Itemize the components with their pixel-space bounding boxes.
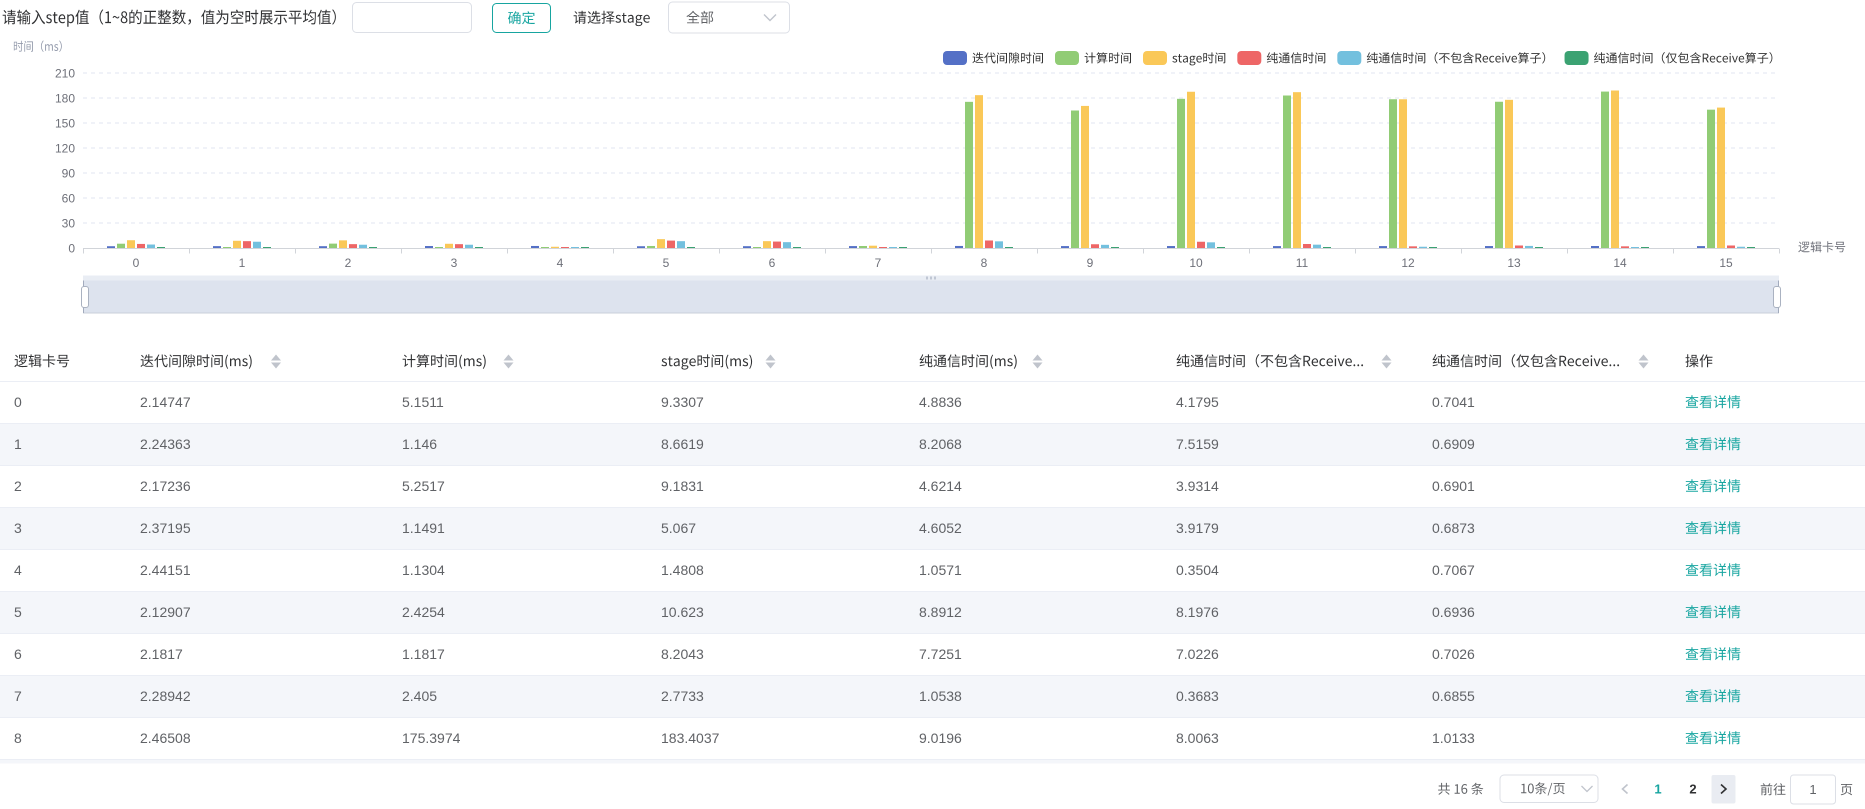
- svg-text:1.1491: 1.1491: [402, 520, 445, 536]
- svg-text:2.37195: 2.37195: [140, 520, 191, 536]
- svg-text:4: 4: [557, 256, 564, 270]
- svg-text:180: 180: [55, 91, 75, 105]
- svg-text:8.8912: 8.8912: [919, 604, 962, 620]
- svg-text:5.2517: 5.2517: [402, 478, 445, 494]
- svg-text:4.1795: 4.1795: [1176, 394, 1219, 410]
- svg-text:1: 1: [1654, 782, 1661, 797]
- svg-text:2.14747: 2.14747: [140, 394, 191, 410]
- svg-text:14: 14: [1613, 256, 1627, 270]
- svg-text:0: 0: [133, 256, 140, 270]
- svg-text:175.3974: 175.3974: [402, 730, 461, 746]
- svg-text:3: 3: [451, 256, 458, 270]
- svg-text:1.0571: 1.0571: [919, 562, 962, 578]
- svg-text:7.5159: 7.5159: [1176, 436, 1219, 452]
- svg-text:1.0133: 1.0133: [1432, 730, 1475, 746]
- svg-text:60: 60: [62, 191, 76, 205]
- svg-text:210: 210: [55, 66, 75, 80]
- svg-text:5: 5: [663, 256, 670, 270]
- svg-text:0.7041: 0.7041: [1432, 394, 1475, 410]
- svg-text:4.6214: 4.6214: [919, 478, 962, 494]
- svg-text:120: 120: [55, 141, 75, 155]
- svg-text:2.405: 2.405: [402, 688, 437, 704]
- svg-text:8.2043: 8.2043: [661, 646, 704, 662]
- svg-text:1.146: 1.146: [402, 436, 437, 452]
- svg-text:7.7251: 7.7251: [919, 646, 962, 662]
- svg-text:8.0063: 8.0063: [1176, 730, 1219, 746]
- svg-text:10.623: 10.623: [661, 604, 704, 620]
- svg-text:2: 2: [1689, 782, 1696, 797]
- svg-text:0.7026: 0.7026: [1432, 646, 1475, 662]
- svg-text:3.9179: 3.9179: [1176, 520, 1219, 536]
- svg-text:2.12907: 2.12907: [140, 604, 191, 620]
- svg-text:1.0538: 1.0538: [919, 688, 962, 704]
- svg-text:3.9314: 3.9314: [1176, 478, 1219, 494]
- svg-text:10: 10: [1189, 256, 1203, 270]
- svg-text:9.1831: 9.1831: [661, 478, 704, 494]
- svg-text:150: 150: [55, 116, 75, 130]
- svg-text:4.8836: 4.8836: [919, 394, 962, 410]
- svg-text:2.44151: 2.44151: [140, 562, 191, 578]
- svg-text:13: 13: [1507, 256, 1521, 270]
- svg-text:1.1817: 1.1817: [402, 646, 445, 662]
- svg-text:1.4808: 1.4808: [661, 562, 704, 578]
- svg-text:15: 15: [1719, 256, 1733, 270]
- svg-text:2.28942: 2.28942: [140, 688, 191, 704]
- svg-text:2.7733: 2.7733: [661, 688, 704, 704]
- svg-text:0.7067: 0.7067: [1432, 562, 1475, 578]
- svg-text:4: 4: [14, 562, 22, 578]
- svg-text:4.6052: 4.6052: [919, 520, 962, 536]
- svg-text:5.067: 5.067: [661, 520, 696, 536]
- svg-text:6: 6: [14, 646, 22, 662]
- svg-text:8: 8: [981, 256, 988, 270]
- svg-text:8.6619: 8.6619: [661, 436, 704, 452]
- svg-text:2: 2: [345, 256, 352, 270]
- svg-text:5.1511: 5.1511: [402, 394, 444, 410]
- svg-text:0.6901: 0.6901: [1432, 478, 1475, 494]
- svg-text:0.3683: 0.3683: [1176, 688, 1219, 704]
- svg-text:0.3504: 0.3504: [1176, 562, 1219, 578]
- svg-text:9: 9: [1087, 256, 1094, 270]
- svg-text:7: 7: [875, 256, 882, 270]
- svg-text:2.24363: 2.24363: [140, 436, 191, 452]
- svg-text:7.0226: 7.0226: [1176, 646, 1219, 662]
- svg-text:2.46508: 2.46508: [140, 730, 191, 746]
- svg-text:11: 11: [1296, 256, 1309, 270]
- svg-text:5: 5: [14, 604, 22, 620]
- svg-text:30: 30: [62, 216, 76, 230]
- svg-text:0.6909: 0.6909: [1432, 436, 1475, 452]
- svg-text:183.4037: 183.4037: [661, 730, 720, 746]
- svg-text:1: 1: [239, 256, 246, 270]
- svg-text:90: 90: [62, 166, 76, 180]
- svg-text:8: 8: [14, 730, 22, 746]
- svg-text:12: 12: [1401, 256, 1415, 270]
- svg-text:8.1976: 8.1976: [1176, 604, 1219, 620]
- svg-text:0.6855: 0.6855: [1432, 688, 1475, 704]
- svg-text:2.1817: 2.1817: [140, 646, 183, 662]
- svg-text:0: 0: [14, 394, 22, 410]
- svg-text:8.2068: 8.2068: [919, 436, 962, 452]
- svg-text:2.17236: 2.17236: [140, 478, 191, 494]
- svg-text:1.1304: 1.1304: [402, 562, 445, 578]
- svg-text:1: 1: [1809, 782, 1816, 797]
- svg-text:0: 0: [68, 241, 75, 255]
- svg-text:6: 6: [769, 256, 776, 270]
- svg-text:0.6873: 0.6873: [1432, 520, 1475, 536]
- svg-text:2.4254: 2.4254: [402, 604, 445, 620]
- svg-text:0.6936: 0.6936: [1432, 604, 1475, 620]
- svg-text:9.3307: 9.3307: [661, 394, 704, 410]
- svg-text:2: 2: [14, 478, 22, 494]
- svg-text:7: 7: [14, 688, 22, 704]
- svg-text:9.0196: 9.0196: [919, 730, 962, 746]
- svg-text:1: 1: [14, 436, 22, 452]
- svg-text:3: 3: [14, 520, 22, 536]
